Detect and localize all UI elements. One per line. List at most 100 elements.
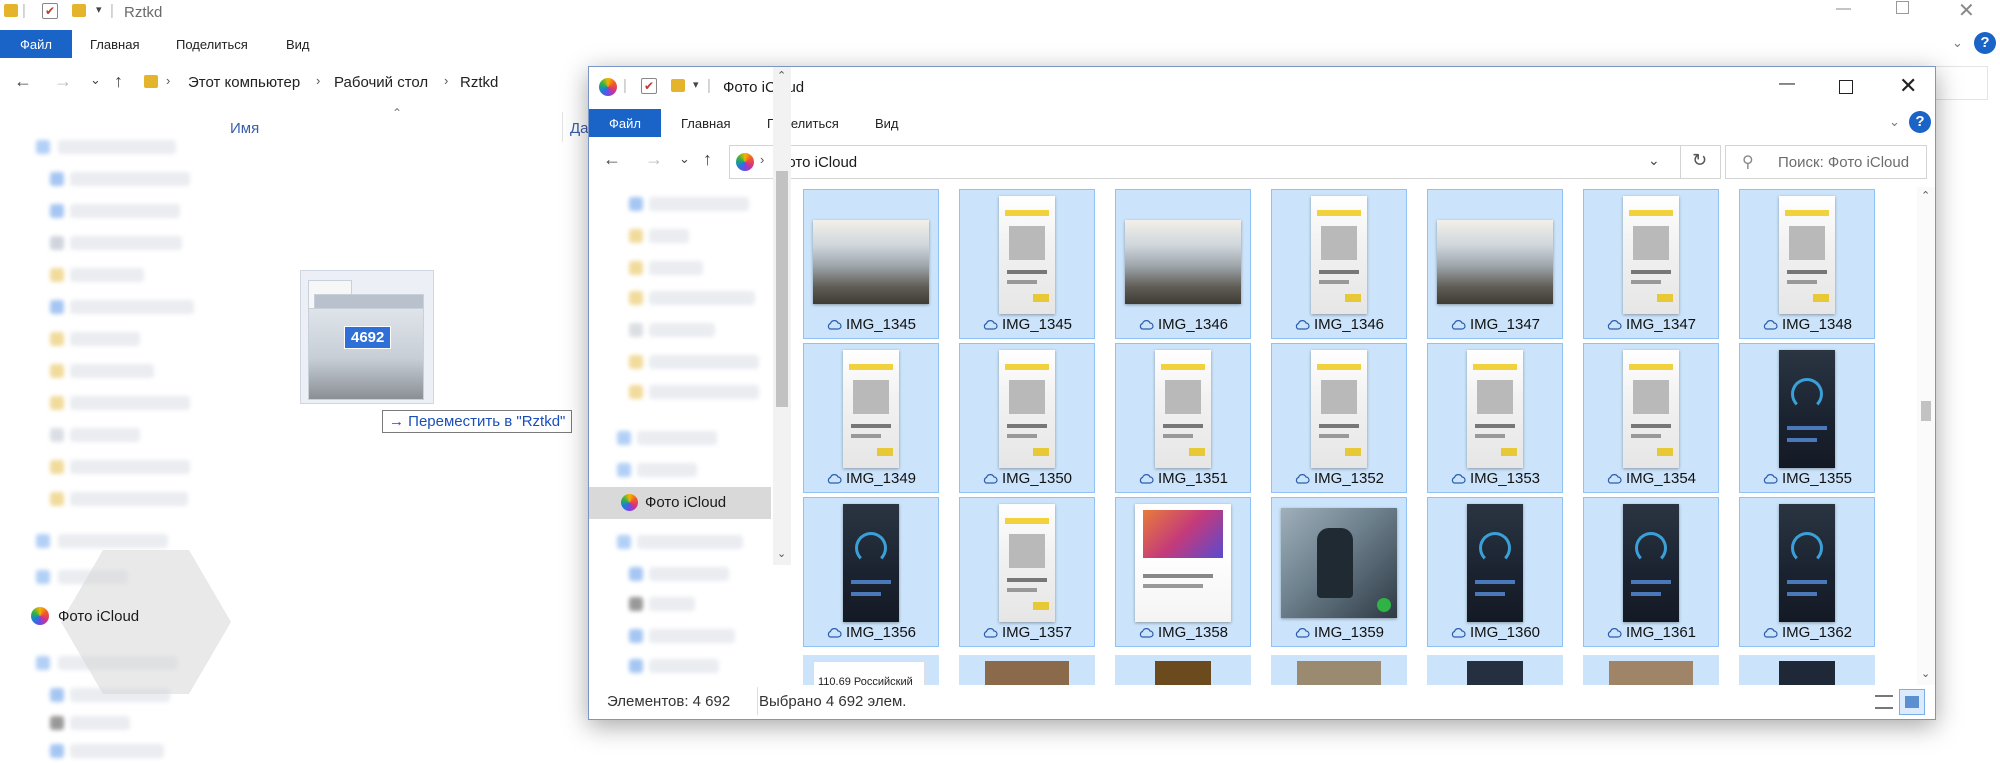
back-arrow-icon[interactable]: ← bbox=[14, 71, 32, 92]
grid-item-label: IMG_1353 bbox=[1428, 470, 1562, 487]
scrollbar-thumb[interactable] bbox=[776, 171, 788, 407]
grid-item[interactable]: IMG_1347 bbox=[1427, 189, 1563, 339]
cloud-icon bbox=[827, 474, 842, 484]
up-arrow-icon[interactable]: ↑ bbox=[703, 149, 712, 170]
scroll-down-icon[interactable]: ⌄ bbox=[777, 547, 786, 560]
new-folder-icon[interactable] bbox=[72, 4, 86, 17]
grid-item-partial[interactable] bbox=[1583, 655, 1719, 685]
grid-item[interactable]: IMG_1359 bbox=[1271, 497, 1407, 647]
tab-file[interactable]: Файл bbox=[589, 109, 661, 137]
drag-preview: 4692 bbox=[300, 270, 435, 405]
forward-arrow-icon[interactable]: → bbox=[54, 71, 72, 92]
column-date-header[interactable]: Да bbox=[570, 120, 589, 137]
thumbnail bbox=[843, 504, 899, 622]
address-dropdown-icon[interactable]: ⌄ bbox=[1648, 152, 1660, 169]
grid-item[interactable]: IMG_1347 bbox=[1583, 189, 1719, 339]
breadcrumb-desktop[interactable]: Рабочий стол bbox=[334, 74, 428, 91]
tab-view[interactable]: Вид bbox=[286, 30, 310, 58]
minimize-button[interactable]: — bbox=[1779, 75, 1795, 93]
title-separator: | bbox=[707, 77, 711, 94]
ribbon-expand-icon[interactable]: ⌄ bbox=[1889, 114, 1900, 130]
maximize-button[interactable] bbox=[1839, 80, 1853, 94]
grid-item[interactable]: IMG_1345 bbox=[959, 189, 1095, 339]
grid-item[interactable]: IMG_1354 bbox=[1583, 343, 1719, 493]
grid-item[interactable]: IMG_1360 bbox=[1427, 497, 1563, 647]
large-icons-view-icon[interactable] bbox=[1899, 689, 1925, 715]
grid-item-partial[interactable] bbox=[1115, 655, 1251, 685]
thumbnail bbox=[1125, 220, 1241, 304]
quick-access-dropdown-icon[interactable]: ▾ bbox=[693, 78, 699, 91]
grid-item[interactable]: IMG_1348 bbox=[1739, 189, 1875, 339]
search-input[interactable]: ⚲ Поиск: Фото iCloud bbox=[1725, 145, 1927, 179]
minimize-button[interactable]: — bbox=[1836, 0, 1851, 17]
grid-item-label: IMG_1347 bbox=[1584, 316, 1718, 333]
background-ribbon: Файл Главная Поделиться Вид ⌄ ? bbox=[0, 30, 2000, 58]
nav-item-icloud-photos-selected[interactable]: Фото iCloud bbox=[589, 487, 771, 519]
close-button[interactable]: ✕ bbox=[1899, 73, 1917, 99]
grid-item-partial[interactable] bbox=[1739, 655, 1875, 685]
grid-item[interactable]: IMG_1358 bbox=[1115, 497, 1251, 647]
scroll-down-icon[interactable]: ⌄ bbox=[1921, 667, 1930, 680]
icloud-photos-icon bbox=[31, 607, 49, 625]
scrollbar-thumb[interactable] bbox=[1921, 401, 1931, 421]
grid-item[interactable]: IMG_1356 bbox=[803, 497, 939, 647]
refresh-icon[interactable]: ↻ bbox=[1692, 150, 1707, 171]
grid-item[interactable]: IMG_1345 bbox=[803, 189, 939, 339]
address-box[interactable]: › Фото iCloud ⌄ ↻ bbox=[729, 145, 1721, 179]
nav-item-icloud-photos[interactable]: Фото iCloud bbox=[58, 608, 139, 625]
grid-item[interactable]: IMG_1346 bbox=[1115, 189, 1251, 339]
grid-item-partial[interactable] bbox=[959, 655, 1095, 685]
tab-view[interactable]: Вид bbox=[875, 109, 899, 137]
scroll-up-icon[interactable]: ⌃ bbox=[777, 69, 786, 82]
scroll-up-icon[interactable]: ⌃ bbox=[1921, 189, 1930, 202]
file-name: IMG_1355 bbox=[1781, 470, 1853, 487]
grid-item[interactable]: IMG_1346 bbox=[1271, 189, 1407, 339]
help-icon[interactable]: ? bbox=[1909, 111, 1931, 133]
details-view-icon[interactable] bbox=[1875, 695, 1893, 709]
tab-share[interactable]: Поделиться bbox=[176, 30, 248, 58]
thumbnail bbox=[1281, 508, 1397, 618]
quick-access-dropdown-icon[interactable]: ▾ bbox=[96, 3, 102, 16]
properties-icon[interactable]: ✔ bbox=[42, 3, 58, 19]
breadcrumb-rztkd[interactable]: Rztkd bbox=[460, 74, 498, 91]
grid-item-partial[interactable] bbox=[1271, 655, 1407, 685]
grid-item[interactable]: IMG_1357 bbox=[959, 497, 1095, 647]
help-icon[interactable]: ? bbox=[1974, 32, 1996, 54]
thumbnail: 110.69 Российский bbox=[813, 661, 925, 685]
grid-item-partial[interactable]: 110.69 Российский bbox=[803, 655, 939, 685]
recent-locations-icon[interactable]: ⌄ bbox=[679, 151, 690, 167]
thumbnail bbox=[1779, 196, 1835, 314]
breadcrumb-this-pc[interactable]: Этот компьютер bbox=[188, 74, 300, 91]
grid-item[interactable]: IMG_1361 bbox=[1583, 497, 1719, 647]
grid-item-label: IMG_1346 bbox=[1116, 316, 1250, 333]
navigation-scrollbar[interactable]: ⌃ ⌄ bbox=[773, 67, 791, 565]
grid-item[interactable]: IMG_1355 bbox=[1739, 343, 1875, 493]
grid-item[interactable]: IMG_1351 bbox=[1115, 343, 1251, 493]
drag-item-count-badge: 4692 bbox=[344, 326, 392, 349]
recent-locations-icon[interactable]: ⌄ bbox=[90, 72, 101, 88]
thumbnail bbox=[1623, 504, 1679, 622]
tab-home[interactable]: Главная bbox=[90, 30, 139, 58]
grid-item[interactable]: IMG_1352 bbox=[1271, 343, 1407, 493]
restore-button[interactable] bbox=[1896, 1, 1909, 14]
grid-item-partial[interactable] bbox=[1427, 655, 1563, 685]
ribbon-expand-icon[interactable]: ⌄ bbox=[1952, 35, 1963, 51]
grid-item[interactable]: IMG_1350 bbox=[959, 343, 1095, 493]
cloud-icon bbox=[1763, 320, 1778, 330]
grid-item[interactable]: IMG_1349 bbox=[803, 343, 939, 493]
forward-arrow-icon[interactable]: → bbox=[645, 149, 663, 170]
column-name-header[interactable]: Имя bbox=[230, 120, 259, 137]
close-button[interactable]: ✕ bbox=[1958, 0, 1975, 23]
thumbnail bbox=[1467, 504, 1523, 622]
properties-icon[interactable]: ✔ bbox=[641, 78, 657, 94]
content-scrollbar[interactable]: ⌃ ⌄ bbox=[1917, 187, 1935, 685]
tab-home[interactable]: Главная bbox=[681, 109, 730, 137]
tab-file[interactable]: Файл bbox=[0, 30, 72, 58]
new-folder-icon[interactable] bbox=[671, 79, 685, 92]
up-arrow-icon[interactable]: ↑ bbox=[114, 71, 123, 92]
back-arrow-icon[interactable]: ← bbox=[603, 149, 621, 170]
file-name: IMG_1360 bbox=[1469, 624, 1541, 641]
grid-item[interactable]: IMG_1362 bbox=[1739, 497, 1875, 647]
cloud-icon bbox=[1139, 320, 1154, 330]
grid-item[interactable]: IMG_1353 bbox=[1427, 343, 1563, 493]
